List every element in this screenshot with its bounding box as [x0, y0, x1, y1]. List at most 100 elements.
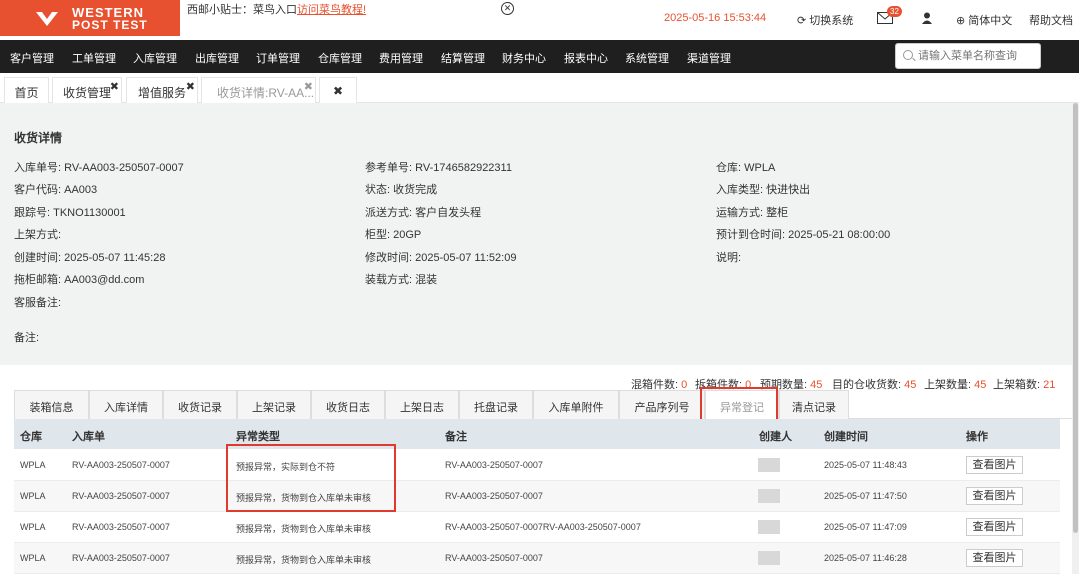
cell-warehouse: WPLA: [20, 553, 46, 563]
language-label: 简体中文: [968, 15, 1013, 27]
nav-item-workorder[interactable]: 工单管理: [72, 50, 116, 66]
column-header-actions: 操作: [966, 431, 988, 443]
brand-name-line2: POST TEST: [72, 18, 148, 32]
menu-search-input[interactable]: [918, 48, 1036, 64]
field-shelving-method: 上架方式:: [14, 229, 62, 241]
view-image-button[interactable]: 查看图片: [966, 456, 1023, 474]
highlight-box-exception-types: [226, 444, 396, 512]
column-header-creator: 创建人: [759, 431, 792, 443]
tab-receiving-log[interactable]: 收货日志: [311, 390, 385, 419]
field-customer-code: 客户代码: AA003: [14, 184, 98, 196]
tip-close-icon[interactable]: ✕: [501, 2, 514, 15]
cell-warehouse: WPLA: [20, 491, 46, 501]
current-datetime: 2025-05-16 15:53:44: [664, 12, 767, 24]
highlight-box-tab: [700, 387, 778, 422]
field-loading-method: 装载方式: 混装: [365, 274, 438, 286]
mail-count-badge: 32: [887, 6, 902, 17]
detail-title: 收货详情: [14, 131, 63, 145]
detail-sub-tabs: 装箱信息 入库详情 收货记录 上架记录 收货日志 上架日志 托盘记录 入库单附件…: [14, 390, 1072, 419]
table-header: 仓库 入库单 异常类型 备注 创建人 创建时间 操作: [14, 419, 1060, 449]
main-nav: 客户管理 工单管理 入库管理 出库管理 订单管理 仓库管理 费用管理 结算管理 …: [0, 40, 1079, 73]
menu-search[interactable]: [895, 43, 1041, 69]
language-selector[interactable]: ⊕ 简体中文: [956, 12, 1012, 28]
tab-product-serials[interactable]: 产品序列号: [619, 390, 705, 419]
cell-created-time: 2025-05-07 11:46:28: [824, 553, 907, 563]
view-image-button[interactable]: 查看图片: [966, 518, 1023, 536]
field-transport-method: 运输方式: 整柜: [716, 207, 789, 219]
creator-avatar: [758, 520, 780, 534]
tab-shelving-log[interactable]: 上架日志: [385, 390, 459, 419]
field-created-time: 创建时间: 2025-05-07 11:45:28: [14, 252, 166, 264]
table-row: WPLA RV-AA003-250507-0007 预报异常，货物到仓入库单未审…: [14, 512, 1060, 543]
cell-remark: RV-AA003-250507-0007: [445, 491, 543, 501]
cell-created-time: 2025-05-07 11:48:43: [824, 460, 907, 470]
brand-logo[interactable]: WESTERN POST TEST: [0, 0, 180, 36]
nav-item-outbound[interactable]: 出库管理: [195, 50, 239, 66]
user-icon[interactable]: [922, 12, 932, 24]
receiving-detail-panel: 收货详情 入库单号: RV-AA003-250507-0007 客户代码: AA…: [0, 103, 1072, 365]
page-tab-label: 收货管理: [62, 86, 111, 100]
cell-remark: RV-AA003-250507-0007: [445, 553, 543, 563]
tab-shelving-records[interactable]: 上架记录: [237, 390, 311, 419]
nav-item-reports[interactable]: 报表中心: [564, 50, 608, 66]
field-warehouse: 仓库: WPLA: [716, 162, 776, 174]
nav-item-orders[interactable]: 订单管理: [256, 50, 300, 66]
creator-avatar: [758, 489, 780, 503]
tab-pallet-records[interactable]: 托盘记录: [459, 390, 533, 419]
page-scrollbar[interactable]: [1072, 103, 1079, 574]
top-bar: WESTERN POST TEST 西邮小贴士：菜鸟入口访问菜鸟教程! ✕ 20…: [0, 0, 1079, 40]
cell-warehouse: WPLA: [20, 522, 46, 532]
nav-item-fees[interactable]: 费用管理: [379, 50, 423, 66]
field-cs-remark: 客服备注:: [14, 297, 62, 309]
field-tracking-no: 跟踪号: TKNO1130001: [14, 207, 126, 219]
tip-link[interactable]: 访问菜鸟教程!: [297, 4, 366, 16]
view-image-button[interactable]: 查看图片: [966, 487, 1023, 505]
tab-inbound-attachments[interactable]: 入库单附件: [533, 390, 619, 419]
nav-item-warehouse[interactable]: 仓库管理: [318, 50, 362, 66]
nav-item-finance[interactable]: 财务中心: [502, 50, 546, 66]
page-tab-receiving[interactable]: 收货管理 ✖: [52, 77, 122, 103]
scrollbar-thumb[interactable]: [1073, 103, 1078, 533]
help-docs-link[interactable]: 帮助文档: [1029, 12, 1073, 28]
cell-warehouse: WPLA: [20, 460, 46, 470]
cell-order: RV-AA003-250507-0007: [72, 522, 170, 532]
column-header-order: 入库单: [72, 431, 105, 443]
field-eta: 预计到仓时间: 2025-05-21 08:00:00: [716, 229, 891, 241]
view-image-button[interactable]: 查看图片: [966, 549, 1023, 567]
close-icon[interactable]: ✖: [186, 80, 195, 93]
creator-avatar: [758, 551, 780, 565]
cell-created-time: 2025-05-07 11:47:09: [824, 522, 907, 532]
switch-system-button[interactable]: ⟳ 切换系统: [797, 12, 853, 28]
field-description: 说明:: [716, 252, 742, 264]
cell-order: RV-AA003-250507-0007: [72, 553, 170, 563]
cell-order: RV-AA003-250507-0007: [72, 460, 170, 470]
page-tab-receiving-detail[interactable]: 收货详情:RV-AA... ✖: [201, 77, 316, 103]
close-all-tabs-button[interactable]: ✖: [319, 77, 357, 103]
tab-receiving-records[interactable]: 收货记录: [163, 390, 237, 419]
page-tab-home[interactable]: 首页: [4, 77, 49, 103]
tab-count-records[interactable]: 清点记录: [779, 390, 849, 419]
page-tab-label: 增值服务: [137, 86, 186, 100]
nav-item-settlement[interactable]: 结算管理: [441, 50, 485, 66]
nav-item-channels[interactable]: 渠道管理: [687, 50, 731, 66]
creator-avatar: [758, 458, 780, 472]
cell-remark: RV-AA003-250507-0007: [445, 460, 543, 470]
column-header-created-time: 创建时间: [824, 431, 868, 443]
close-icon[interactable]: ✖: [110, 80, 119, 93]
close-icon[interactable]: ✖: [304, 80, 313, 93]
tab-inbound-detail[interactable]: 入库详情: [89, 390, 163, 419]
globe-icon: ⊕: [956, 15, 966, 27]
refresh-icon: ⟳: [797, 15, 807, 27]
search-icon: [903, 50, 913, 60]
page-tab-label: 首页: [14, 86, 39, 100]
nav-item-system[interactable]: 系统管理: [625, 50, 669, 66]
page-tab-value-added[interactable]: 增值服务 ✖: [126, 77, 198, 103]
field-remark: 备注:: [14, 332, 40, 344]
tab-packing-info[interactable]: 装箱信息: [14, 390, 89, 419]
switch-system-label: 切换系统: [809, 15, 854, 27]
cell-exception-type: 预报异常，货物到仓入库单未审核: [236, 524, 372, 534]
field-container-type: 柜型: 20GP: [365, 229, 422, 241]
field-delivery-method: 派送方式: 客户自发头程: [365, 207, 482, 219]
nav-item-inbound[interactable]: 入库管理: [133, 50, 177, 66]
nav-item-customer[interactable]: 客户管理: [10, 50, 54, 66]
